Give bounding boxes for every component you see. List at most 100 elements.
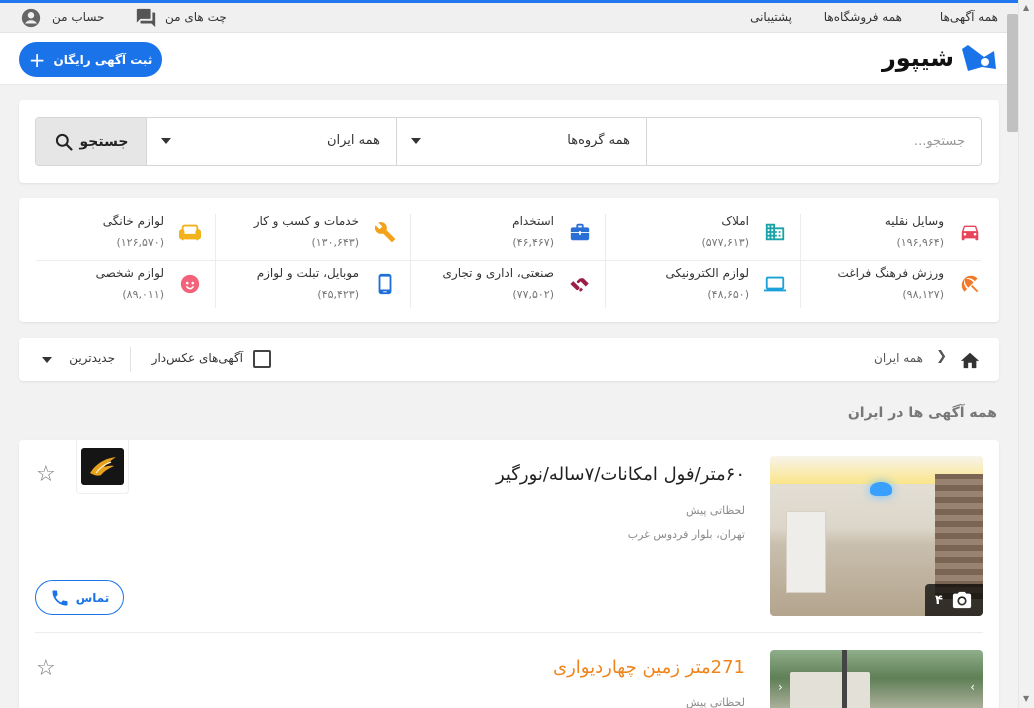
category-industrial[interactable]: صنعتی، اداری و تجاری (۷۷,۵۰۲) [414, 250, 609, 312]
plus-icon: + [28, 47, 46, 72]
ad-title[interactable]: ۶۰متر/فول امکانات/۷ساله/نورگیر [496, 464, 745, 485]
scrollbar[interactable]: ▲ ▼ [1007, 0, 1034, 708]
building-icon [765, 223, 785, 241]
nav-account[interactable]: حساب من [52, 10, 104, 24]
chevron-down-icon [411, 138, 421, 144]
car-icon [961, 225, 979, 241]
category-name: خدمات و کسب و کار [253, 214, 359, 228]
sofa-icon [179, 224, 201, 241]
category-name: لوازم خانگی [102, 214, 164, 228]
scroll-up-arrow-icon[interactable]: ▲ [1023, 3, 1029, 12]
category-name: صنعتی، اداری و تجاری [442, 266, 554, 280]
search-icon [55, 133, 73, 151]
face-icon [180, 274, 200, 294]
category-name: ورزش فرهنگ فراغت [837, 266, 944, 280]
camera-icon [952, 591, 972, 609]
ads-list: ۴ ۶۰متر/فول امکانات/۷ساله/نورگیر لحظاتی … [19, 440, 999, 708]
category-select-value: همه گروه‌ها [567, 133, 630, 148]
image-detail [842, 650, 847, 708]
chevron-left-icon: ❮ [936, 349, 947, 364]
ad-location: تهران، بلوار فردوس غرب [627, 528, 745, 541]
image-detail [870, 482, 892, 496]
briefcase-icon [570, 223, 590, 241]
location-select-value: همه ایران [326, 133, 380, 148]
filter-bar: ❮ همه ایران آگهی‌های عکس‌دار جدیدترین [19, 338, 999, 381]
wrench-icon [374, 222, 396, 243]
account-icon[interactable] [20, 7, 42, 33]
divider [130, 347, 131, 372]
call-button[interactable]: تماس [35, 580, 124, 615]
laptop-icon [764, 276, 786, 292]
mobile-icon [378, 273, 392, 295]
bookmark-star-icon[interactable]: ☆ [36, 462, 56, 487]
chevron-down-icon[interactable] [42, 357, 52, 363]
search-bar: جستجو همه ایران همه گروه‌ها [35, 117, 982, 166]
sort-select[interactable]: جدیدترین [69, 351, 115, 365]
bookmark-star-icon[interactable]: ☆ [36, 656, 56, 681]
photo-only-label[interactable]: آگهی‌های عکس‌دار [152, 351, 243, 365]
category-select[interactable]: همه گروه‌ها [397, 118, 647, 165]
photo-count: ۴ [935, 592, 943, 608]
categories-panel: وسایل نقلیه (۱۹۶,۹۶۴) املاک (۵۷۷,۶۱۳) اس… [19, 198, 999, 322]
chat-icon[interactable] [135, 7, 157, 33]
ad-title[interactable]: 271متر زمین چهاردیواری [553, 657, 745, 678]
category-count: (۱۳۰,۶۴۳) [311, 236, 359, 249]
category-count: (۴۸,۶۵۰) [707, 288, 749, 301]
photo-count-badge: ۴ [925, 584, 983, 616]
category-count: (۷۷,۵۰۲) [512, 288, 554, 301]
category-sports-culture[interactable]: ورزش فرهنگ فراغت (۹۸,۱۲۷) [804, 250, 999, 312]
store-logo-image [81, 448, 124, 485]
top-navigation: همه آگهی‌ها همه فروشگاه‌ها پشتیبانی چت ه… [0, 3, 1018, 33]
location-select[interactable]: همه ایران [147, 118, 397, 165]
category-count: (۴۵,۴۲۳) [317, 288, 359, 301]
store-logo[interactable] [76, 440, 129, 494]
category-personal[interactable]: لوازم شخصی (۸۹,۰۱۱) [24, 250, 219, 312]
category-name: املاک [721, 214, 749, 228]
chevron-down-icon [161, 138, 171, 144]
search-input[interactable] [647, 118, 981, 165]
phone-icon [52, 590, 68, 605]
photo-only-checkbox[interactable] [253, 350, 271, 368]
scrollbar-thumb[interactable] [1007, 14, 1018, 132]
section-title: همه آگهی ها در ایران [847, 405, 997, 421]
header: شیپور ثبت آگهی رایگان + [0, 33, 1018, 85]
post-ad-button[interactable]: ثبت آگهی رایگان + [19, 42, 162, 77]
category-mobile[interactable]: موبایل، تبلت و لوازم (۴۵,۴۲۳) [219, 250, 414, 312]
handshake-icon [570, 277, 589, 292]
nav-all-stores[interactable]: همه فروشگاه‌ها [824, 10, 902, 24]
search-button[interactable]: جستجو [36, 118, 147, 165]
scroll-down-arrow-icon[interactable]: ▼ [1023, 694, 1029, 703]
category-electronics[interactable]: لوازم الکترونیکی (۴۸,۶۵۰) [609, 250, 804, 312]
category-count: (۹۸,۱۲۷) [902, 288, 944, 301]
umbrella-icon [961, 275, 979, 293]
ad-thumbnail[interactable]: ‹ › [770, 650, 983, 708]
logo-text: شیپور [881, 44, 954, 72]
nav-all-ads[interactable]: همه آگهی‌ها [940, 10, 998, 24]
call-label: تماس [75, 590, 110, 605]
post-ad-label: ثبت آگهی رایگان [53, 52, 153, 67]
search-button-label: جستجو [79, 133, 129, 150]
home-icon[interactable] [959, 350, 981, 374]
category-count: (۴۶,۴۶۷) [512, 236, 554, 249]
category-name: لوازم الکترونیکی [665, 266, 749, 280]
wings-icon [89, 456, 116, 476]
nav-support[interactable]: پشتیبانی [750, 10, 792, 24]
ad-time: لحظاتی پیش [686, 696, 745, 708]
category-count: (۱۹۶,۹۶۴) [896, 236, 944, 249]
category-count: (۱۲۶,۵۷۰) [116, 236, 164, 249]
breadcrumb[interactable]: همه ایران [874, 351, 923, 365]
logo[interactable]: شیپور [882, 41, 998, 75]
category-name: استخدام [512, 214, 554, 228]
ad-time: لحظاتی پیش [686, 504, 745, 517]
nav-my-chats[interactable]: چت های من [165, 10, 227, 24]
horn-icon [962, 45, 996, 71]
category-name: وسایل نقلیه [884, 214, 944, 228]
chevron-right-icon[interactable]: › [970, 680, 975, 694]
search-input-wrap [647, 118, 981, 165]
image-detail [935, 474, 983, 599]
ad-thumbnail[interactable]: ۴ [770, 456, 983, 616]
category-count: (۵۷۷,۶۱۳) [701, 236, 749, 249]
image-detail [786, 511, 826, 593]
category-name: موبایل، تبلت و لوازم [256, 266, 359, 280]
chevron-left-icon[interactable]: ‹ [778, 680, 783, 694]
